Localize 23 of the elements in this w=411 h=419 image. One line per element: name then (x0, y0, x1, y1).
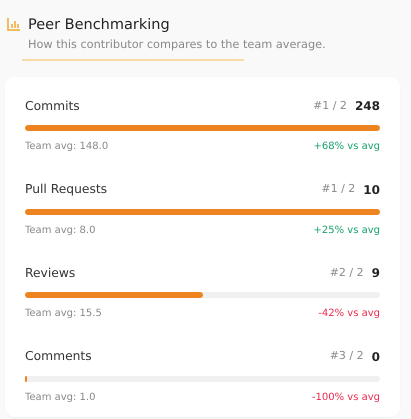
team-average: Team avg: 15.5 (25, 307, 102, 322)
metric-value: 248 (354, 98, 380, 116)
team-average: Team avg: 8.0 (25, 224, 96, 238)
section-subtitle: How this contributor compares to the team average. (28, 37, 326, 53)
rank-label: #1 / 2 (313, 98, 347, 114)
rank-label: #1 / 2 (321, 181, 356, 198)
delta-label: +25% vs avg (314, 224, 380, 238)
metric-value: 9 (372, 265, 380, 282)
metric-value: 0 (372, 348, 380, 366)
metric-value: 10 (363, 182, 380, 199)
delta-label: -100% vs avg (312, 390, 380, 405)
metric-name: Commits (25, 98, 80, 115)
section-title: Peer Benchmarking (28, 16, 171, 35)
metric-name: Pull Requests (25, 181, 108, 198)
delta-label: -42% vs avg (318, 307, 380, 322)
rank-label: #3 / 2 (330, 348, 364, 364)
team-average: Team avg: 148.0 (25, 140, 108, 154)
metric-name: Reviews (25, 264, 76, 282)
bar-chart-icon (7, 18, 20, 31)
rank-label: #2 / 2 (330, 264, 364, 281)
delta-label: +68% vs avg (314, 140, 380, 154)
metric-name: Comments (25, 348, 92, 366)
team-average: Team avg: 1.0 (25, 390, 96, 405)
